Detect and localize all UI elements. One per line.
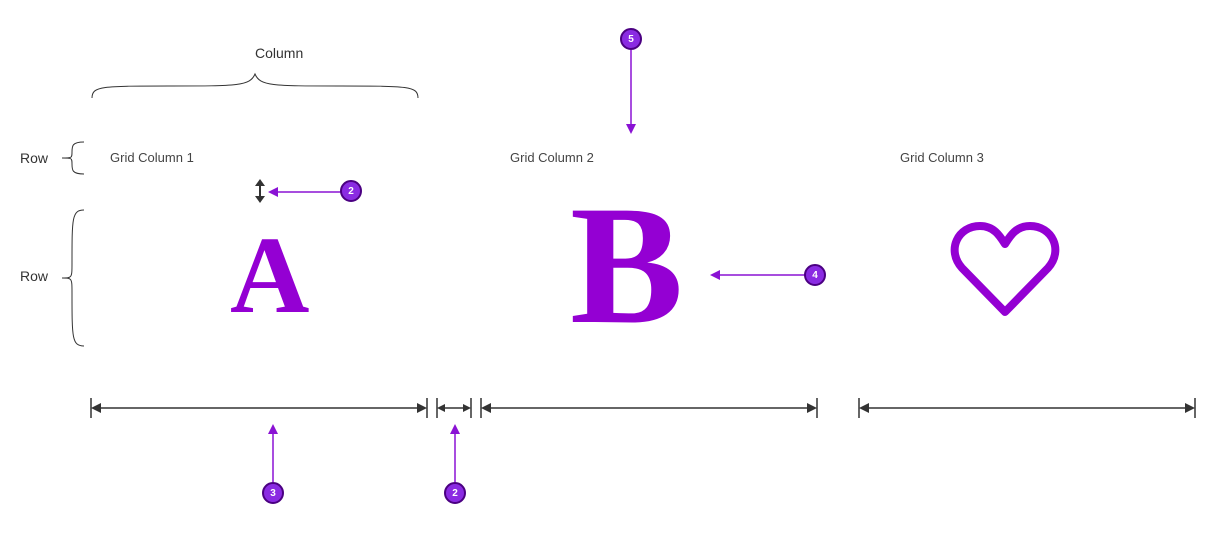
column-brace [90,70,420,100]
width-span-col3 [858,396,1196,420]
callout-3: 3 [262,482,284,504]
grid-column-2-header: Grid Column 2 [510,150,594,165]
callout-4: 4 [804,264,826,286]
callout-2-top: 2 [340,180,362,202]
width-span-col2 [480,396,818,420]
row-brace-2 [58,208,88,348]
width-span-gap [436,396,472,420]
grid-cell-a: A [230,220,309,330]
callout-line-2-top [268,185,342,199]
width-span-col1 [90,396,428,420]
grid-cell-b: B [570,180,683,350]
column-label: Column [255,45,303,61]
row-label-1: Row [20,150,48,166]
vertical-double-arrow-icon [253,179,267,203]
callout-2-bottom: 2 [444,482,466,504]
heart-icon [950,220,1060,320]
callout-line-5 [624,50,638,134]
row-brace-1 [58,140,88,176]
grid-column-1-header: Grid Column 1 [110,150,194,165]
callout-5: 5 [620,28,642,50]
callout-line-3 [266,424,280,482]
row-label-2: Row [20,268,48,284]
callout-line-2-bottom [448,424,462,482]
grid-column-3-header: Grid Column 3 [900,150,984,165]
callout-line-4 [710,268,806,282]
